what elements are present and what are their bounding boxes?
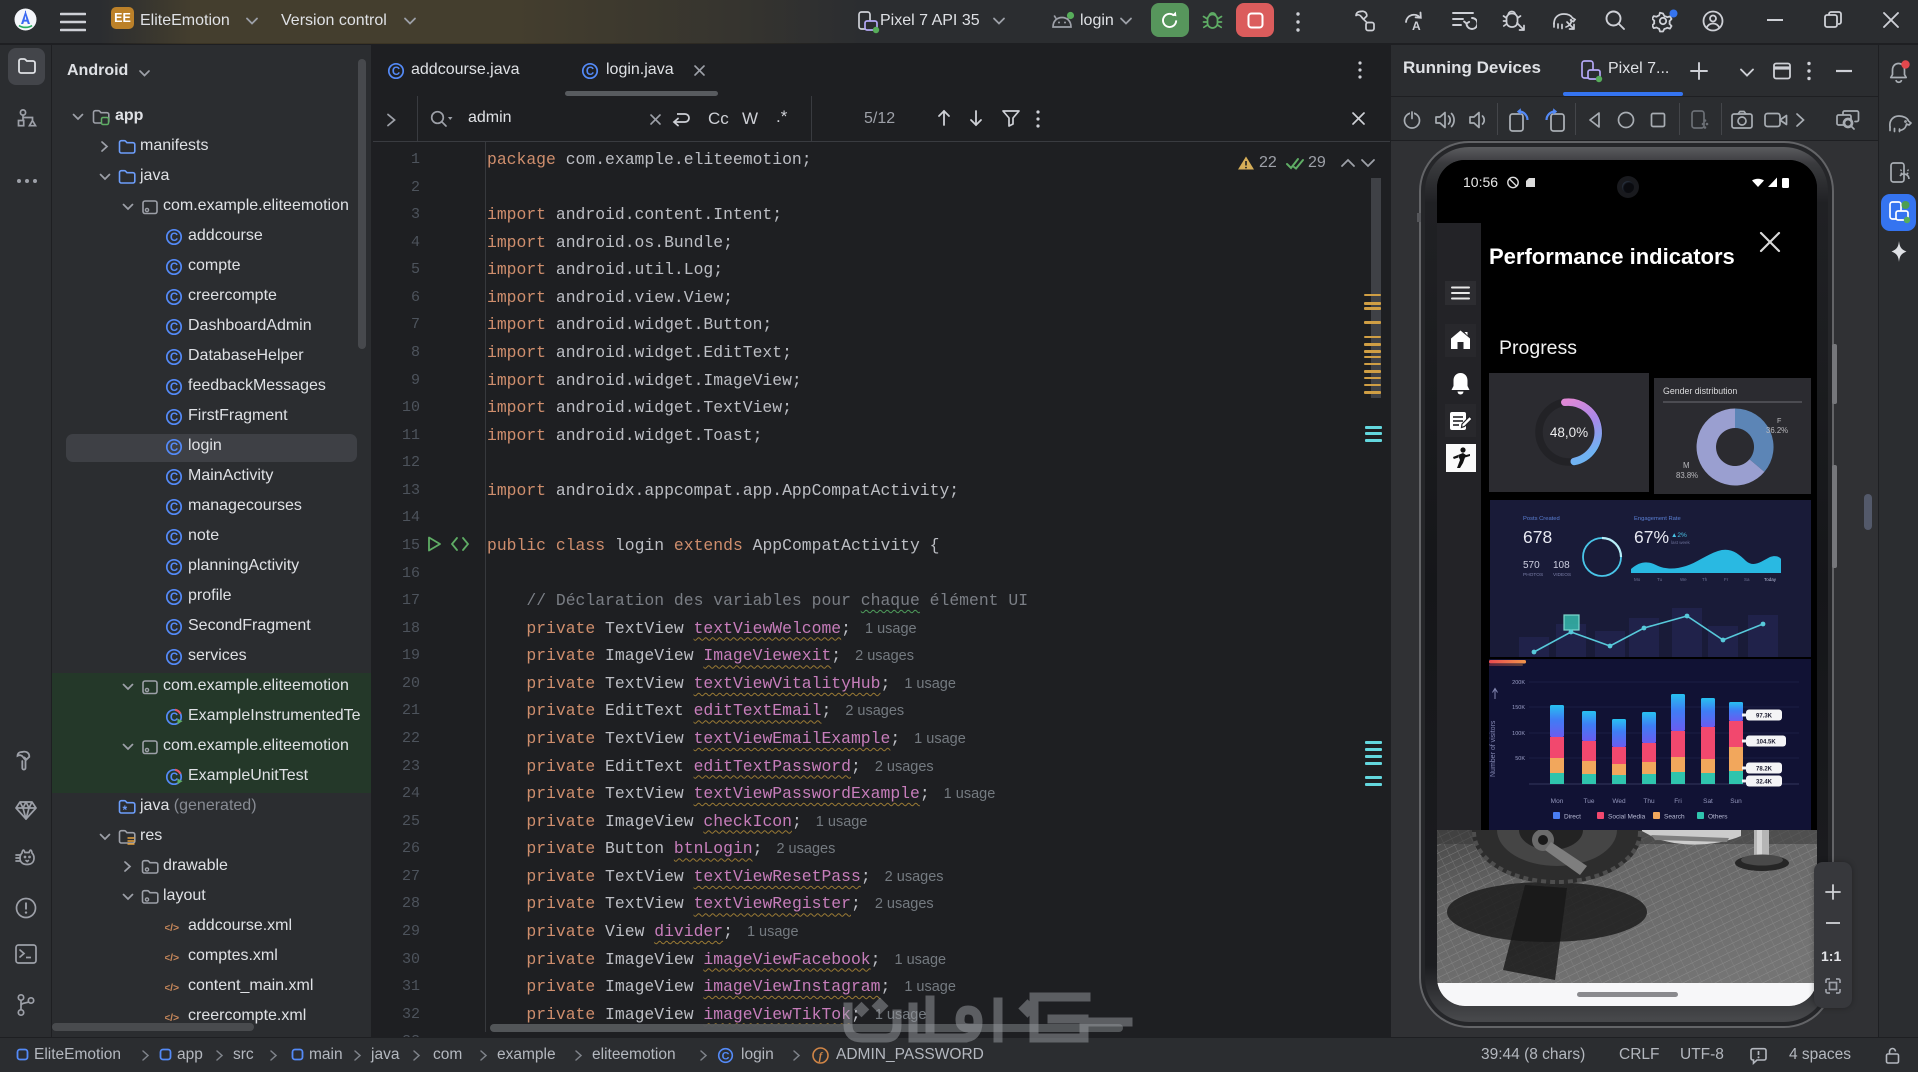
svg-text:last week: last week — [1671, 540, 1691, 545]
svg-text:VIDEOS: VIDEOS — [1553, 572, 1571, 578]
svg-text:M: M — [1683, 461, 1690, 470]
svg-text:200K: 200K — [1512, 680, 1525, 686]
svg-text:▲2%: ▲2% — [1671, 532, 1687, 539]
svg-text:Mon: Mon — [1551, 798, 1564, 805]
svg-text:Sat: Sat — [1703, 798, 1713, 805]
svg-text:97.3K: 97.3K — [1756, 714, 1773, 720]
svg-text:A: A — [1412, 19, 1421, 33]
svg-text:Tue: Tue — [1584, 798, 1595, 805]
svg-text:100K: 100K — [1512, 731, 1525, 737]
svg-text:Engagement Rate: Engagement Rate — [1634, 516, 1681, 522]
svg-text:Mo: Mo — [1634, 577, 1641, 582]
svg-text:Fri: Fri — [1674, 798, 1682, 805]
svg-text:PHOTOS: PHOTOS — [1523, 572, 1543, 578]
svg-text:Fr: Fr — [1724, 577, 1729, 582]
svg-text:108: 108 — [1553, 560, 1570, 571]
svg-text:150K: 150K — [1512, 705, 1525, 711]
svg-text:Others: Others — [1708, 814, 1728, 821]
svg-text:Tu: Tu — [1657, 577, 1663, 582]
svg-text:Today: Today — [1764, 577, 1777, 582]
svg-text:We: We — [1680, 577, 1687, 582]
svg-text:Direct: Direct — [1564, 814, 1581, 821]
svg-text:570: 570 — [1523, 560, 1540, 571]
svg-text:32.4K: 32.4K — [1756, 780, 1773, 786]
svg-text:36.2%: 36.2% — [1766, 426, 1788, 435]
svg-text:Number of visitors: Number of visitors — [1490, 720, 1497, 777]
svg-text:78.2K: 78.2K — [1756, 767, 1773, 773]
svg-text:Th: Th — [1702, 577, 1708, 582]
svg-text:Sun: Sun — [1730, 798, 1742, 805]
svg-text:678: 678 — [1523, 527, 1552, 547]
svg-text:Thu: Thu — [1643, 798, 1655, 805]
svg-text:48,0%: 48,0% — [1550, 425, 1588, 440]
svg-text:104.5K: 104.5K — [1756, 740, 1776, 746]
svg-text:Sa: Sa — [1744, 577, 1750, 582]
svg-text:Social Media: Social Media — [1608, 814, 1646, 821]
svg-text:F: F — [1777, 416, 1782, 425]
svg-text:Posts Created: Posts Created — [1523, 516, 1560, 522]
svg-text:67%: 67% — [1634, 527, 1669, 547]
svg-text:83.8%: 83.8% — [1676, 471, 1698, 480]
svg-text:f: f — [819, 1051, 824, 1063]
svg-text:50K: 50K — [1515, 756, 1525, 762]
svg-text:Search: Search — [1664, 814, 1685, 821]
svg-text:Wed: Wed — [1612, 798, 1626, 805]
svg-text:Gender distribution: Gender distribution — [1663, 386, 1737, 396]
